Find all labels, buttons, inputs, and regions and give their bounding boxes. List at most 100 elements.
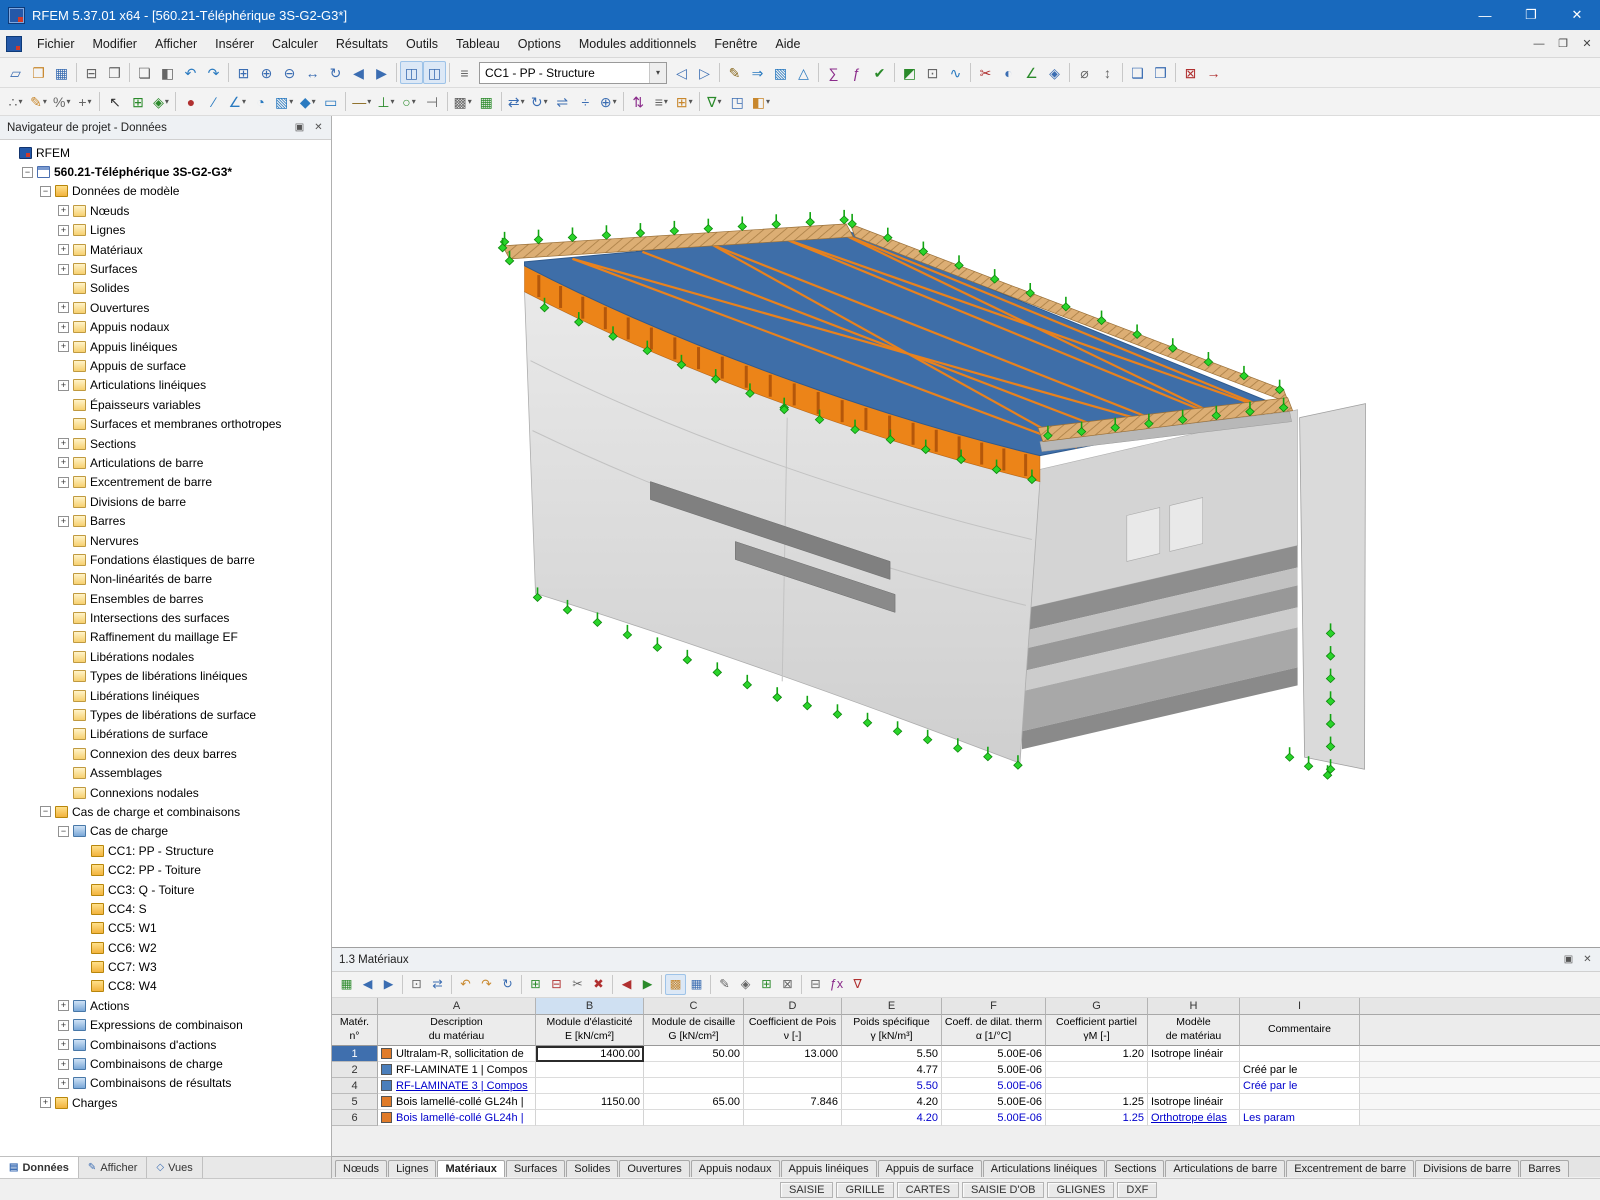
table-cell[interactable]: 1400.00 bbox=[536, 1046, 644, 1062]
table-cell[interactable]: 5.00E-06 bbox=[942, 1078, 1046, 1094]
tree-item-combinaisons-d-actions[interactable]: +Combinaisons d'actions bbox=[0, 1035, 331, 1054]
grid-letter-i[interactable]: I bbox=[1240, 998, 1360, 1015]
tree-expander[interactable]: + bbox=[58, 1059, 69, 1070]
extrude-button[interactable]: ⇅ bbox=[627, 90, 650, 113]
tree-item-ouvertures[interactable]: +Ouvertures bbox=[0, 298, 331, 317]
mesh-refinement-button[interactable]: ▩▾ bbox=[451, 90, 475, 113]
support-marker[interactable] bbox=[534, 230, 542, 244]
column-header-coefficient-de-pois[interactable]: Coefficient de Poisν [-] bbox=[744, 1015, 842, 1046]
support-marker[interactable] bbox=[840, 210, 848, 224]
rotate-button[interactable]: ↻▾ bbox=[528, 90, 551, 113]
tree-expander[interactable]: + bbox=[58, 225, 69, 236]
navigator-tab-afficher[interactable]: ✎Afficher bbox=[79, 1157, 147, 1178]
calculation-parameters-button[interactable]: ƒ bbox=[845, 61, 868, 84]
row-number[interactable]: 5 bbox=[332, 1094, 378, 1110]
tree-item-liberations-de-surface[interactable]: Libérations de surface bbox=[0, 725, 331, 744]
new-opening-button[interactable]: ▭ bbox=[319, 90, 342, 113]
menu-tableau[interactable]: Tableau bbox=[447, 33, 509, 55]
tree-item-connexions-nodales[interactable]: Connexions nodales bbox=[0, 783, 331, 802]
table-tab-n-uds[interactable]: Nœuds bbox=[335, 1160, 387, 1177]
table-cell[interactable]: Bois lamellé-collé GL24h | bbox=[378, 1110, 536, 1126]
table-tab-barres[interactable]: Barres bbox=[1520, 1160, 1568, 1177]
column-header-coeff-de-dilat-therm[interactable]: Coeff. de dilat. thermα [1/°C] bbox=[942, 1015, 1046, 1046]
table-tab-articulations-lineiques[interactable]: Articulations linéiques bbox=[983, 1160, 1105, 1177]
menu-outils[interactable]: Outils bbox=[397, 33, 447, 55]
table-cell[interactable] bbox=[744, 1110, 842, 1126]
new-polyline-button[interactable]: ∠▾ bbox=[225, 90, 249, 113]
table-cell[interactable]: Isotrope linéair bbox=[1148, 1094, 1240, 1110]
table-cell[interactable]: 5.00E-06 bbox=[942, 1094, 1046, 1110]
dimension-button[interactable]: ↕ bbox=[1096, 61, 1119, 84]
support-marker[interactable] bbox=[568, 227, 576, 241]
tree-expander[interactable]: + bbox=[58, 302, 69, 313]
tree-item-rfem[interactable]: RFEM bbox=[0, 143, 331, 162]
show-results-button[interactable]: ◩ bbox=[898, 61, 921, 84]
viewport-3d-scene[interactable] bbox=[332, 116, 1600, 947]
table-tab-lignes[interactable]: Lignes bbox=[388, 1160, 436, 1177]
tree-expander[interactable]: + bbox=[58, 1039, 69, 1050]
save-file-button[interactable]: ▦ bbox=[50, 61, 73, 84]
table-cell[interactable]: 5.00E-06 bbox=[942, 1110, 1046, 1126]
grid-letter-c[interactable]: C bbox=[644, 998, 744, 1015]
filter-rows-button[interactable]: ∇ bbox=[847, 974, 868, 995]
goto-next-table-button[interactable]: ▶ bbox=[378, 974, 399, 995]
tree-item-excentrement-de-barre[interactable]: +Excentrement de barre bbox=[0, 473, 331, 492]
result-values-button[interactable]: ⊡ bbox=[921, 61, 944, 84]
tree-item-lignes[interactable]: +Lignes bbox=[0, 221, 331, 240]
delete-row-button[interactable]: ⊟ bbox=[546, 974, 567, 995]
table-cell[interactable]: RF-LAMINATE 1 | Compos bbox=[378, 1062, 536, 1078]
export-data-button[interactable]: ▶ bbox=[637, 974, 658, 995]
edit-load-button[interactable]: ✎ bbox=[723, 61, 746, 84]
tree-item-raffinement-du-maillage-ef[interactable]: Raffinement du maillage EF bbox=[0, 628, 331, 647]
goto-previous-table-button[interactable]: ◀ bbox=[357, 974, 378, 995]
new-line-button[interactable]: ∕ bbox=[202, 90, 225, 113]
excel-export-button[interactable]: ⊞ bbox=[756, 974, 777, 995]
table-cell[interactable]: RF-LAMINATE 3 | Compos bbox=[378, 1078, 536, 1094]
pin-icon[interactable]: ▣ bbox=[1560, 951, 1577, 968]
table-tab-surfaces[interactable]: Surfaces bbox=[506, 1160, 565, 1177]
clipping-box-button[interactable]: ◳ bbox=[726, 90, 749, 113]
zoom-in-button[interactable]: ⊕ bbox=[255, 61, 278, 84]
table-cell[interactable]: Orthotrope élas bbox=[1148, 1110, 1240, 1126]
tree-expander[interactable]: + bbox=[58, 1020, 69, 1031]
tree-expander[interactable]: − bbox=[22, 167, 33, 178]
tree-item-cc2-pp-toiture[interactable]: CC2: PP - Toiture bbox=[0, 860, 331, 879]
menu-options[interactable]: Options bbox=[509, 33, 570, 55]
tree-item-cas-de-charge-et-combinaisons[interactable]: −Cas de charge et combinaisons bbox=[0, 802, 331, 821]
load-case-list-button[interactable]: ≡ bbox=[453, 61, 476, 84]
support-marker[interactable] bbox=[670, 221, 678, 235]
grid-letter-h[interactable]: H bbox=[1148, 998, 1240, 1015]
snap-grid-button[interactable]: ∴▾ bbox=[4, 90, 27, 113]
table-cell[interactable] bbox=[1148, 1062, 1240, 1078]
menu-modifier[interactable]: Modifier bbox=[84, 33, 146, 55]
tree-expander[interactable]: + bbox=[58, 264, 69, 275]
child-restore-button[interactable]: ❐ bbox=[1552, 34, 1574, 54]
tree-item-liberations-lineiques[interactable]: Libérations linéiques bbox=[0, 686, 331, 705]
divide-button[interactable]: ÷ bbox=[574, 90, 597, 113]
support-marker[interactable] bbox=[1285, 747, 1293, 761]
table-cell[interactable]: 1.25 bbox=[1046, 1110, 1148, 1126]
new-file-button[interactable]: ▱ bbox=[4, 61, 27, 84]
right-wall-panel[interactable] bbox=[1300, 404, 1366, 770]
tree-item-combinaisons-de-resultats[interactable]: +Combinaisons de résultats bbox=[0, 1074, 331, 1093]
tree-item-ensembles-de-barres[interactable]: Ensembles de barres bbox=[0, 589, 331, 608]
support-marker[interactable] bbox=[683, 650, 691, 664]
status-cartes[interactable]: CARTES bbox=[897, 1182, 959, 1198]
tree-item-appuis-nodaux[interactable]: +Appuis nodaux bbox=[0, 318, 331, 337]
close-button[interactable]: ✕ bbox=[1554, 0, 1600, 30]
table-cell[interactable]: 4.77 bbox=[842, 1062, 942, 1078]
table-cell[interactable]: 5.50 bbox=[842, 1078, 942, 1094]
table-tab-solides[interactable]: Solides bbox=[566, 1160, 618, 1177]
copy-button[interactable]: ❏ bbox=[133, 61, 156, 84]
interior-panel-1[interactable] bbox=[1127, 508, 1160, 562]
paste-button[interactable]: ◧ bbox=[156, 61, 179, 84]
table-cell[interactable]: 5.00E-06 bbox=[942, 1062, 1046, 1078]
user-axes-button[interactable]: ∠ bbox=[1020, 61, 1043, 84]
cut-rows-button[interactable]: ✂ bbox=[567, 974, 588, 995]
grid-letter-f[interactable]: F bbox=[942, 998, 1046, 1015]
tree-item-types-de-liberations-lineiques[interactable]: Types de libérations linéiques bbox=[0, 667, 331, 686]
menu-calculer[interactable]: Calculer bbox=[263, 33, 327, 55]
new-solid-button[interactable]: ◆▾ bbox=[296, 90, 319, 113]
plausibility-check-button[interactable]: ✔ bbox=[868, 61, 891, 84]
tree-item-cc7-w3[interactable]: CC7: W3 bbox=[0, 957, 331, 976]
